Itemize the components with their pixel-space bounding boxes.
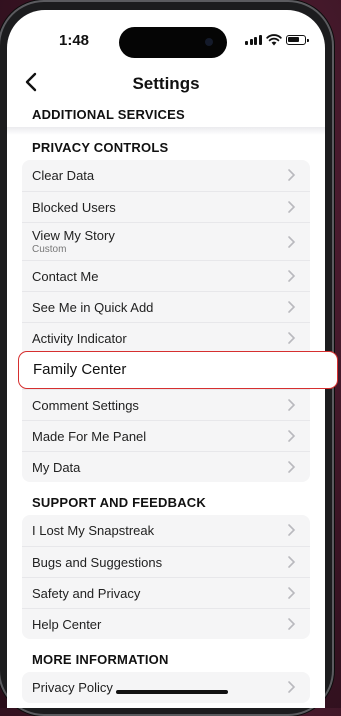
row-my-data[interactable]: My Data (22, 451, 310, 482)
wifi-icon (266, 34, 282, 46)
chevron-right-icon (288, 399, 296, 411)
row-sublabel: Custom (32, 244, 67, 255)
camera-dot (205, 38, 213, 46)
section-header-additional-services: ADDITIONAL SERVICES (32, 107, 185, 122)
phone-frame: 1:48 Settings ADDITIONAL SERVICES PRIVAC… (0, 0, 338, 716)
more-information-group: Privacy Policy (22, 672, 310, 703)
row-clear-data[interactable]: Clear Data (22, 160, 310, 191)
row-made-for-me-panel[interactable]: Made For Me Panel (22, 420, 310, 451)
row-label: Comment Settings (32, 398, 139, 413)
home-indicator[interactable] (116, 690, 228, 694)
chevron-right-icon (288, 236, 296, 248)
dynamic-island (119, 27, 227, 58)
chevron-right-icon (288, 618, 296, 630)
row-label: My Data (32, 460, 81, 475)
row-label: Blocked Users (32, 200, 116, 215)
row-label: Contact Me (32, 269, 99, 284)
row-label: View My Story (32, 228, 115, 243)
status-time: 1:48 (59, 32, 90, 49)
row-privacy-policy[interactable]: Privacy Policy (22, 672, 310, 703)
section-header-more-information: MORE INFORMATION (32, 652, 169, 667)
chevron-right-icon (288, 681, 296, 693)
chevron-right-icon (288, 332, 296, 344)
row-safety-and-privacy[interactable]: Safety and Privacy (22, 577, 310, 608)
row-label: Safety and Privacy (32, 586, 141, 601)
row-i-lost-my-snapstreak[interactable]: I Lost My Snapstreak (22, 515, 310, 546)
row-activity-indicator[interactable]: Activity Indicator (22, 322, 310, 353)
cellular-signal-icon (245, 35, 262, 45)
privacy-controls-group: Clear Data Blocked Users View My Story Cu… (22, 160, 310, 482)
chevron-right-icon (288, 430, 296, 442)
row-see-me-in-quick-add[interactable]: See Me in Quick Add (22, 291, 310, 322)
row-help-center[interactable]: Help Center (22, 608, 310, 639)
divider (7, 127, 325, 135)
row-label: Family Center (33, 361, 127, 378)
row-label: Made For Me Panel (32, 429, 147, 444)
section-header-support-and-feedback: SUPPORT AND FEEDBACK (32, 495, 206, 510)
chevron-right-icon (288, 461, 296, 473)
row-label: See Me in Quick Add (32, 300, 154, 315)
row-view-my-story[interactable]: View My Story Custom (22, 222, 310, 260)
status-bar: 1:48 (7, 10, 325, 62)
chevron-right-icon (288, 587, 296, 599)
chevron-right-icon (288, 301, 296, 313)
chevron-right-icon (288, 524, 296, 536)
row-label: Bugs and Suggestions (32, 555, 163, 570)
row-blocked-users[interactable]: Blocked Users (22, 191, 310, 222)
battery-icon (286, 35, 309, 45)
row-contact-me[interactable]: Contact Me (22, 260, 310, 291)
family-center-highlight[interactable]: Family Center (18, 351, 338, 389)
row-label: Clear Data (32, 168, 95, 183)
nav-bar: Settings (7, 62, 325, 102)
chevron-right-icon (288, 169, 296, 181)
row-label: Help Center (32, 617, 102, 632)
chevron-right-icon (288, 270, 296, 282)
support-feedback-group: I Lost My Snapstreak Bugs and Suggestion… (22, 515, 310, 639)
row-label: I Lost My Snapstreak (32, 523, 155, 538)
settings-list: ADDITIONAL SERVICES PRIVACY CONTROLS Cle… (7, 102, 325, 703)
row-comment-settings[interactable]: Comment Settings (22, 389, 310, 420)
row-label: Activity Indicator (32, 331, 127, 346)
row-bugs-and-suggestions[interactable]: Bugs and Suggestions (22, 546, 310, 577)
chevron-right-icon (288, 201, 296, 213)
chevron-right-icon (288, 556, 296, 568)
page-title: Settings (132, 74, 200, 93)
section-header-privacy-controls: PRIVACY CONTROLS (32, 140, 169, 155)
row-label: Privacy Policy (32, 680, 113, 695)
